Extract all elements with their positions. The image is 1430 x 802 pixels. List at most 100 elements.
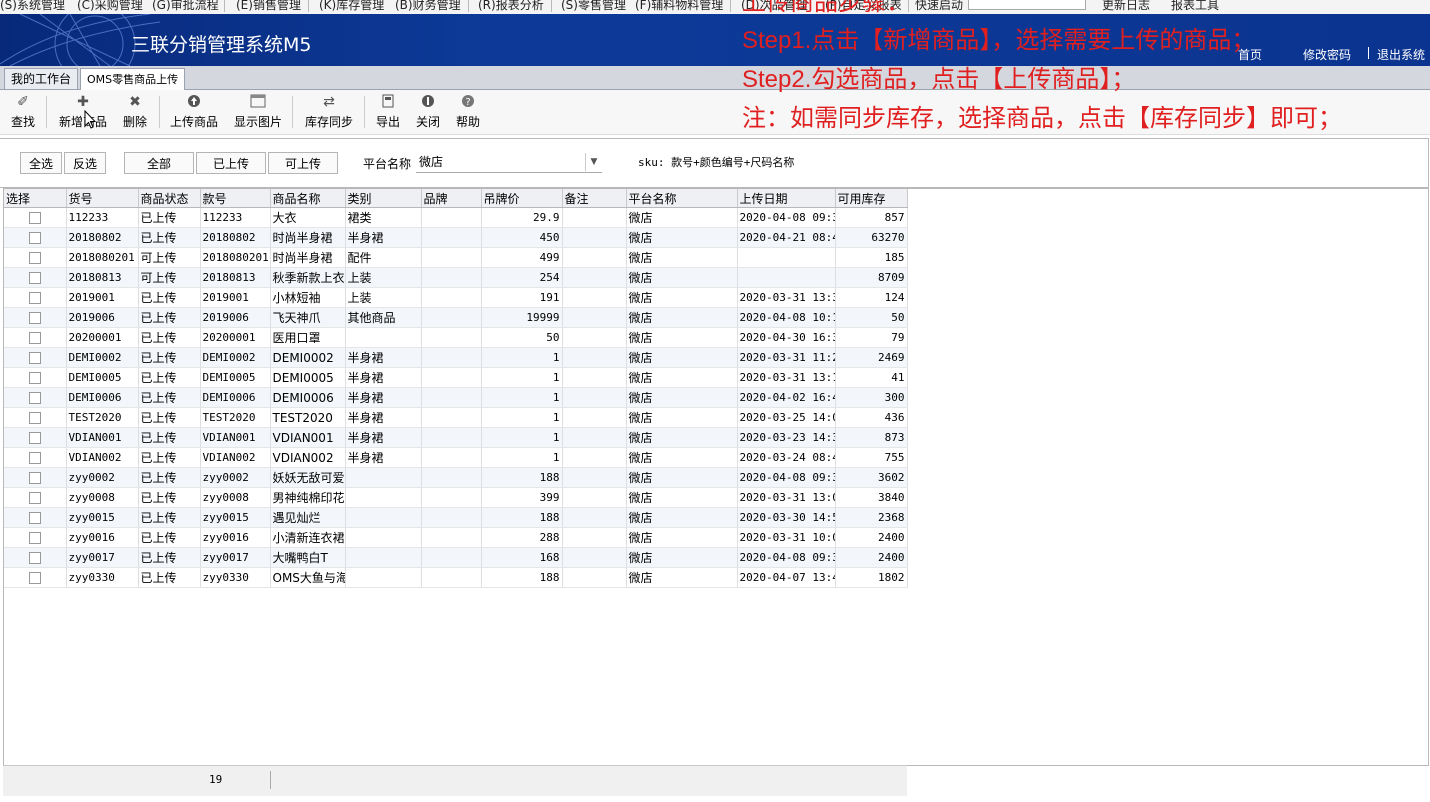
row-checkbox[interactable] — [29, 452, 41, 464]
row-checkbox[interactable] — [29, 412, 41, 424]
status-uploaded-button[interactable]: 已上传 — [196, 152, 266, 174]
changelog-link[interactable]: 更新日志 — [1102, 0, 1150, 13]
menu-retail[interactable]: (S)零售管理 — [561, 0, 626, 13]
export-button[interactable]: 导出 — [372, 94, 404, 132]
menu-approval[interactable]: (G)审批流程 — [152, 0, 219, 13]
table-row[interactable]: zyy0016 已上传 zyy0016 小清新连衣裙 288 微店 2020-03-31 1… — [4, 527, 908, 548]
menu-purchase[interactable]: (C)采购管理 — [77, 0, 143, 13]
table-row[interactable]: 20180813 可上传 20180813 秋季新款上衣 上装 254 微店 8709 — [4, 267, 908, 288]
cell-select[interactable] — [4, 267, 67, 288]
cell-select[interactable] — [4, 247, 67, 268]
cell-select[interactable] — [4, 447, 67, 468]
row-checkbox[interactable] — [29, 312, 41, 324]
row-checkbox[interactable] — [29, 472, 41, 484]
table-row[interactable]: VDIAN002 已上传 VDIAN002 VDIAN002 半身裙 1 微店 2020-03… — [4, 447, 908, 468]
cell-select[interactable] — [4, 547, 67, 568]
row-checkbox[interactable] — [29, 552, 41, 564]
select-all-button[interactable]: 全选 — [20, 152, 62, 174]
show-image-button[interactable]: 显示图片 — [231, 94, 285, 132]
cell-select[interactable] — [4, 227, 67, 248]
menu-sales[interactable]: (E)销售管理 — [236, 0, 301, 13]
table-row[interactable]: VDIAN001 已上传 VDIAN001 VDIAN001 半身裙 1 微店 2020-03… — [4, 427, 908, 448]
col-header-item-no[interactable]: 货号 — [66, 189, 139, 208]
chevron-down-icon[interactable]: ▼ — [585, 153, 602, 171]
quick-launch-input[interactable] — [968, 0, 1086, 10]
close-button[interactable]: 关闭 — [412, 94, 444, 132]
table-row[interactable]: 20180802 已上传 20180802 时尚半身裙 半身裙 450 微店 2020-04-… — [4, 227, 908, 248]
row-checkbox[interactable] — [29, 232, 41, 244]
add-product-button[interactable]: ✚ 新增商品 — [55, 94, 111, 132]
change-password-link[interactable]: 修改密码 — [1303, 46, 1351, 63]
menu-inventory[interactable]: (K)库存管理 — [319, 0, 384, 13]
cell-select[interactable] — [4, 527, 67, 548]
row-checkbox[interactable] — [29, 392, 41, 404]
table-row[interactable]: zyy0002 已上传 zyy0002 妖妖无敌可爱 188 微店 2020-04-08 0… — [4, 467, 908, 488]
upload-product-button[interactable]: 上传商品 — [167, 94, 221, 132]
table-row[interactable]: 20200001 已上传 20200001 医用口罩 50 微店 2020-04-30 16… — [4, 327, 908, 348]
cell-select[interactable] — [4, 287, 67, 308]
table-row[interactable]: TEST2020 已上传 TEST2020 TEST2020 半身裙 1 微店 2020-03… — [4, 407, 908, 428]
menu-defects[interactable]: (D)次品管理 — [741, 0, 808, 13]
cell-select[interactable] — [4, 367, 67, 388]
row-checkbox[interactable] — [29, 292, 41, 304]
help-button[interactable]: ? 帮助 — [452, 94, 484, 132]
col-header-brand[interactable]: 品牌 — [421, 189, 482, 208]
row-checkbox[interactable] — [29, 532, 41, 544]
menu-finance[interactable]: (B)财务管理 — [395, 0, 461, 13]
cell-select[interactable] — [4, 207, 67, 228]
row-checkbox[interactable] — [29, 572, 41, 584]
col-header-remark[interactable]: 备注 — [562, 189, 627, 208]
delete-button[interactable]: ✖ 删除 — [118, 94, 152, 132]
tab-oms-upload[interactable]: OMS零售商品上传 — [80, 68, 186, 90]
table-row[interactable]: DEMI0002 已上传 DEMI0002 DEMI0002 半身裙 1 微店 2020-03… — [4, 347, 908, 368]
find-button[interactable]: ✐ 查找 — [7, 94, 39, 132]
row-checkbox[interactable] — [29, 372, 41, 384]
table-row[interactable]: zyy0008 已上传 zyy0008 男神纯棉印花 399 微店 2020-03-31 1… — [4, 487, 908, 508]
cell-select[interactable] — [4, 347, 67, 368]
cell-select[interactable] — [4, 567, 67, 588]
col-header-style-no[interactable]: 款号 — [200, 189, 271, 208]
row-checkbox[interactable] — [29, 212, 41, 224]
logout-link[interactable]: 退出系统 — [1377, 46, 1425, 63]
stock-sync-button[interactable]: ⇄ 库存同步 — [301, 94, 357, 132]
status-all-button[interactable]: 全部 — [124, 152, 194, 174]
cell-select[interactable] — [4, 427, 67, 448]
table-row[interactable]: 112233 已上传 112233 大衣 裙类 29.9 微店 2020-04-08 09:3… — [4, 207, 908, 228]
menu-system[interactable]: (S)系统管理 — [0, 0, 65, 13]
col-header-status[interactable]: 商品状态 — [138, 189, 201, 208]
table-row[interactable]: zyy0330已上传zyy0330OMS大鱼与海棠188微店2020-04-07… — [4, 567, 908, 588]
table-row[interactable]: zyy0015 已上传 zyy0015 遇见灿烂 188 微店 2020-03-30 14:… — [4, 507, 908, 528]
row-checkbox[interactable] — [29, 252, 41, 264]
status-available-button[interactable]: 可上传 — [268, 152, 338, 174]
cell-select[interactable] — [4, 407, 67, 428]
row-checkbox[interactable] — [29, 512, 41, 524]
col-header-product-name[interactable]: 商品名称 — [270, 189, 346, 208]
table-row[interactable]: 2019006 已上传 2019006 飞天神爪 其他商品 19999 微店 2020-04-… — [4, 307, 908, 328]
invert-selection-button[interactable]: 反选 — [64, 152, 106, 174]
home-link[interactable]: 首页 — [1238, 46, 1262, 63]
cell-select[interactable] — [4, 327, 67, 348]
col-header-stock[interactable]: 可用库存 — [835, 189, 908, 208]
col-header-category[interactable]: 类别 — [345, 189, 422, 208]
report-tool-link[interactable]: 报表工具 — [1171, 0, 1219, 13]
menu-reports[interactable]: (R)报表分析 — [478, 0, 544, 13]
table-row[interactable]: zyy0017 已上传 zyy0017 大嘴鸭白T 168 微店 2020-04-08 09… — [4, 547, 908, 568]
table-row[interactable]: 2019001 已上传 2019001 小林短袖 上装 191 微店 2020-03-31 1… — [4, 287, 908, 308]
col-header-select[interactable]: 选择 — [4, 189, 67, 208]
cell-select[interactable] — [4, 487, 67, 508]
cell-select[interactable] — [4, 307, 67, 328]
table-row[interactable]: 2018080201 可上传 2018080201 时尚半身裙 配件 499 微店 185 — [4, 247, 908, 268]
menu-custom-reports[interactable]: (P)自定义报表 — [825, 0, 902, 13]
row-checkbox[interactable] — [29, 492, 41, 504]
col-header-platform[interactable]: 平台名称 — [626, 189, 738, 208]
menu-materials[interactable]: (F)辅料物料管理 — [635, 0, 723, 13]
row-checkbox[interactable] — [29, 432, 41, 444]
row-checkbox[interactable] — [29, 352, 41, 364]
col-header-upload-date[interactable]: 上传日期 — [737, 189, 836, 208]
table-row[interactable]: DEMI0006 已上传 DEMI0006 DEMI0006 半身裙 1 微店 2020-04… — [4, 387, 908, 408]
table-row[interactable]: DEMI0005 已上传 DEMI0005 DEMI0005 半身裙 1 微店 2020-03… — [4, 367, 908, 388]
row-checkbox[interactable] — [29, 332, 41, 344]
cell-select[interactable] — [4, 467, 67, 488]
cell-select[interactable] — [4, 507, 67, 528]
tab-workbench[interactable]: 我的工作台 — [4, 68, 79, 89]
